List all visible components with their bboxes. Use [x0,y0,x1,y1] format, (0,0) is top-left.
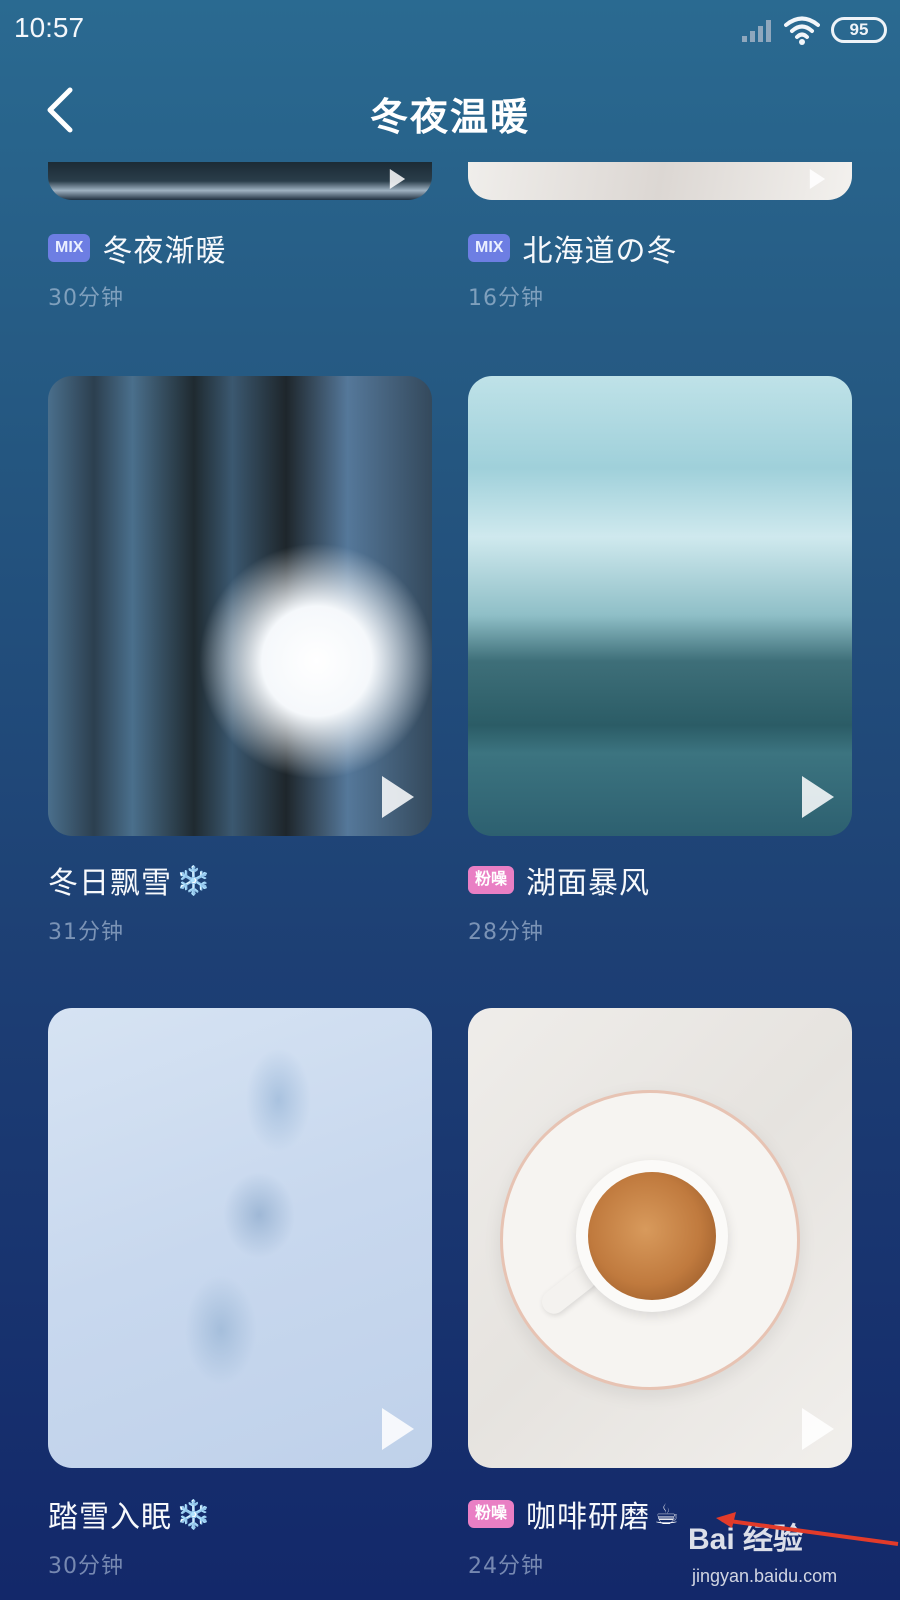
snowflake-icon: ❄️ [176,863,211,897]
card-duration: 28分钟 [468,920,544,945]
coffee-cup [576,1160,728,1312]
card-duration: 31分钟 [48,920,124,945]
card-thumbnail [48,1008,432,1468]
play-icon[interactable] [796,1406,838,1452]
card-title-row: 粉噪 湖面暴风 [468,856,650,904]
play-icon[interactable] [376,1406,418,1452]
card-title-row: 粉噪 咖啡研磨 ☕ [468,1490,679,1538]
play-icon[interactable] [796,774,838,820]
status-bar: 10:57 95 [0,0,900,62]
card-title: 冬夜渐暖 [102,234,227,269]
play-icon[interactable] [376,774,418,820]
signal-icon [742,20,771,42]
status-time: 10:57 [14,12,85,43]
card-thumbnail [468,376,852,836]
header: 冬夜温暖 [0,62,900,162]
coffee-icon: ☕ [654,1497,680,1531]
card-thumbnail [468,162,852,200]
mix-tag: MIX [48,234,91,262]
card-title-row: 踏雪入眠 ❄️ [48,1490,211,1538]
card-title: 踏雪入眠 [48,1500,172,1535]
card-title: 北海道の冬 [522,234,678,269]
page-title: 冬夜温暖 [369,95,530,139]
battery-level: 95 [849,20,869,39]
card-title-row: MIX 北海道の冬 [468,224,677,272]
battery-icon: 95 [831,17,887,43]
card-title: 湖面暴风 [526,866,651,901]
coffee [588,1172,716,1300]
mix-tag: MIX [468,234,511,262]
card-title-row: MIX 冬夜渐暖 [48,224,226,272]
wifi-icon [784,16,820,45]
pink-noise-tag: 粉噪 [468,866,515,894]
pink-noise-tag: 粉噪 [468,1500,515,1528]
card-title: 冬日飘雪 [48,866,172,901]
snowflake-icon: ❄️ [176,1497,211,1531]
card-thumbnail [48,162,432,200]
watermark-url: jingyan.baidu.com [692,1566,838,1586]
card-thumbnail [48,376,432,836]
card-duration: 30分钟 [48,1554,124,1579]
card-title: 咖啡研磨 [526,1500,651,1535]
card-duration: 16分钟 [468,286,544,311]
card-duration: 30分钟 [48,286,124,311]
play-icon[interactable] [796,168,838,190]
red-arrow-icon [716,1512,899,1546]
card-duration: 24分钟 [468,1554,544,1579]
card-title-row: 冬日飘雪 ❄️ [48,856,211,904]
play-icon[interactable] [376,168,418,190]
card-thumbnail [468,1008,852,1468]
